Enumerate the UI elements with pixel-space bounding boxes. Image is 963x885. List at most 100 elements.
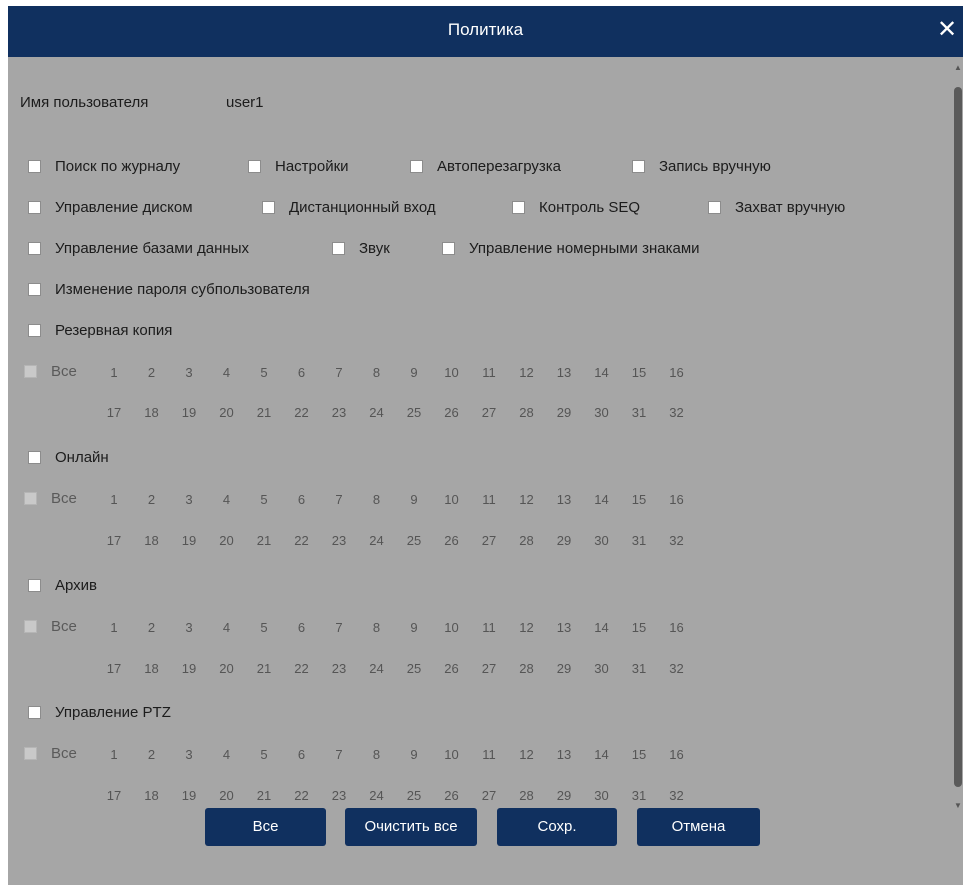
channel-number[interactable]: 26 xyxy=(434,533,470,548)
channel-number[interactable]: 27 xyxy=(471,661,507,676)
checkbox[interactable] xyxy=(24,365,37,378)
channel-number[interactable]: 7 xyxy=(321,747,357,762)
channel-number[interactable]: 7 xyxy=(321,620,357,635)
checkbox[interactable] xyxy=(28,451,41,464)
checkbox[interactable] xyxy=(512,201,525,214)
checkbox[interactable] xyxy=(28,706,41,719)
perm-manual-record[interactable]: Запись вручную xyxy=(632,158,771,175)
channel-number[interactable]: 5 xyxy=(246,492,282,507)
channel-number[interactable]: 15 xyxy=(621,620,657,635)
checkbox[interactable] xyxy=(24,620,37,633)
select-all-channels[interactable]: Все xyxy=(24,363,77,380)
channel-number[interactable]: 5 xyxy=(246,747,282,762)
channel-number[interactable]: 14 xyxy=(584,620,620,635)
channel-number[interactable]: 30 xyxy=(584,405,620,420)
channel-number[interactable]: 2 xyxy=(134,620,170,635)
channel-number[interactable]: 12 xyxy=(509,747,545,762)
channel-number[interactable]: 20 xyxy=(209,405,245,420)
channel-number[interactable]: 28 xyxy=(509,661,545,676)
channel-number[interactable]: 24 xyxy=(359,788,395,803)
channel-number[interactable]: 9 xyxy=(396,492,432,507)
channel-number[interactable]: 30 xyxy=(584,661,620,676)
channel-number[interactable]: 1 xyxy=(96,747,132,762)
channel-number[interactable]: 11 xyxy=(471,620,507,635)
channel-number[interactable]: 18 xyxy=(134,661,170,676)
channel-number[interactable]: 25 xyxy=(396,788,432,803)
channel-number[interactable]: 29 xyxy=(546,533,582,548)
channel-number[interactable]: 29 xyxy=(546,661,582,676)
channel-number[interactable]: 15 xyxy=(621,747,657,762)
perm-auto-reboot[interactable]: Автоперезагрузка xyxy=(410,158,561,175)
channel-number[interactable]: 25 xyxy=(396,405,432,420)
channel-number[interactable]: 19 xyxy=(171,788,207,803)
channel-number[interactable]: 10 xyxy=(434,620,470,635)
channel-number[interactable]: 26 xyxy=(434,661,470,676)
channel-number[interactable]: 6 xyxy=(284,620,320,635)
channel-number[interactable]: 20 xyxy=(209,788,245,803)
channel-number[interactable]: 32 xyxy=(659,661,695,676)
channel-number[interactable]: 31 xyxy=(621,405,657,420)
channel-number[interactable]: 15 xyxy=(621,492,657,507)
checkbox[interactable] xyxy=(28,579,41,592)
channel-number[interactable]: 14 xyxy=(584,365,620,380)
channel-number[interactable]: 28 xyxy=(509,533,545,548)
channel-number[interactable]: 16 xyxy=(659,620,695,635)
checkbox[interactable] xyxy=(632,160,645,173)
channel-number[interactable]: 12 xyxy=(509,492,545,507)
checkbox[interactable] xyxy=(28,324,41,337)
perm-settings[interactable]: Настройки xyxy=(248,158,349,175)
close-icon[interactable]: ✕ xyxy=(933,16,961,44)
checkbox[interactable] xyxy=(442,242,455,255)
channel-number[interactable]: 3 xyxy=(171,620,207,635)
channel-number[interactable]: 2 xyxy=(134,492,170,507)
save-button[interactable]: Сохр. xyxy=(497,808,617,846)
scroll-down-icon[interactable]: ▼ xyxy=(953,799,963,813)
channel-number[interactable]: 15 xyxy=(621,365,657,380)
channel-number[interactable]: 3 xyxy=(171,365,207,380)
channel-number[interactable]: 31 xyxy=(621,788,657,803)
channel-number[interactable]: 16 xyxy=(659,492,695,507)
channel-number[interactable]: 16 xyxy=(659,747,695,762)
checkbox[interactable] xyxy=(28,242,41,255)
channel-number[interactable]: 8 xyxy=(359,492,395,507)
channel-number[interactable]: 10 xyxy=(434,365,470,380)
channel-number[interactable]: 1 xyxy=(96,492,132,507)
perm-ptz[interactable]: Управление PTZ xyxy=(28,704,171,721)
channel-number[interactable]: 2 xyxy=(134,365,170,380)
checkbox[interactable] xyxy=(28,283,41,296)
perm-archive[interactable]: Архив xyxy=(28,577,97,594)
channel-number[interactable]: 9 xyxy=(396,365,432,380)
channel-number[interactable]: 1 xyxy=(96,620,132,635)
channel-number[interactable]: 17 xyxy=(96,533,132,548)
channel-number[interactable]: 7 xyxy=(321,492,357,507)
channel-number[interactable]: 26 xyxy=(434,405,470,420)
channel-number[interactable]: 22 xyxy=(284,533,320,548)
channel-number[interactable]: 17 xyxy=(96,405,132,420)
channel-number[interactable]: 30 xyxy=(584,788,620,803)
channel-number[interactable]: 20 xyxy=(209,661,245,676)
perm-subuser-password[interactable]: Изменение пароля субпользователя xyxy=(28,281,310,298)
channel-number[interactable]: 19 xyxy=(171,533,207,548)
channel-number[interactable]: 4 xyxy=(209,620,245,635)
channel-number[interactable]: 6 xyxy=(284,747,320,762)
perm-disk-management[interactable]: Управление диском xyxy=(28,199,193,216)
channel-number[interactable]: 23 xyxy=(321,405,357,420)
channel-number[interactable]: 4 xyxy=(209,365,245,380)
channel-number[interactable]: 29 xyxy=(546,405,582,420)
channel-number[interactable]: 8 xyxy=(359,747,395,762)
channel-number[interactable]: 31 xyxy=(621,661,657,676)
channel-number[interactable]: 11 xyxy=(471,492,507,507)
channel-number[interactable]: 5 xyxy=(246,365,282,380)
checkbox[interactable] xyxy=(28,201,41,214)
channel-number[interactable]: 28 xyxy=(509,405,545,420)
channel-number[interactable]: 13 xyxy=(546,747,582,762)
checkbox[interactable] xyxy=(708,201,721,214)
channel-number[interactable]: 12 xyxy=(509,620,545,635)
perm-audio[interactable]: Звук xyxy=(332,240,390,257)
channel-number[interactable]: 23 xyxy=(321,533,357,548)
channel-number[interactable]: 31 xyxy=(621,533,657,548)
channel-number[interactable]: 29 xyxy=(546,788,582,803)
channel-number[interactable]: 22 xyxy=(284,405,320,420)
cancel-button[interactable]: Отмена xyxy=(637,808,760,846)
checkbox[interactable] xyxy=(24,492,37,505)
